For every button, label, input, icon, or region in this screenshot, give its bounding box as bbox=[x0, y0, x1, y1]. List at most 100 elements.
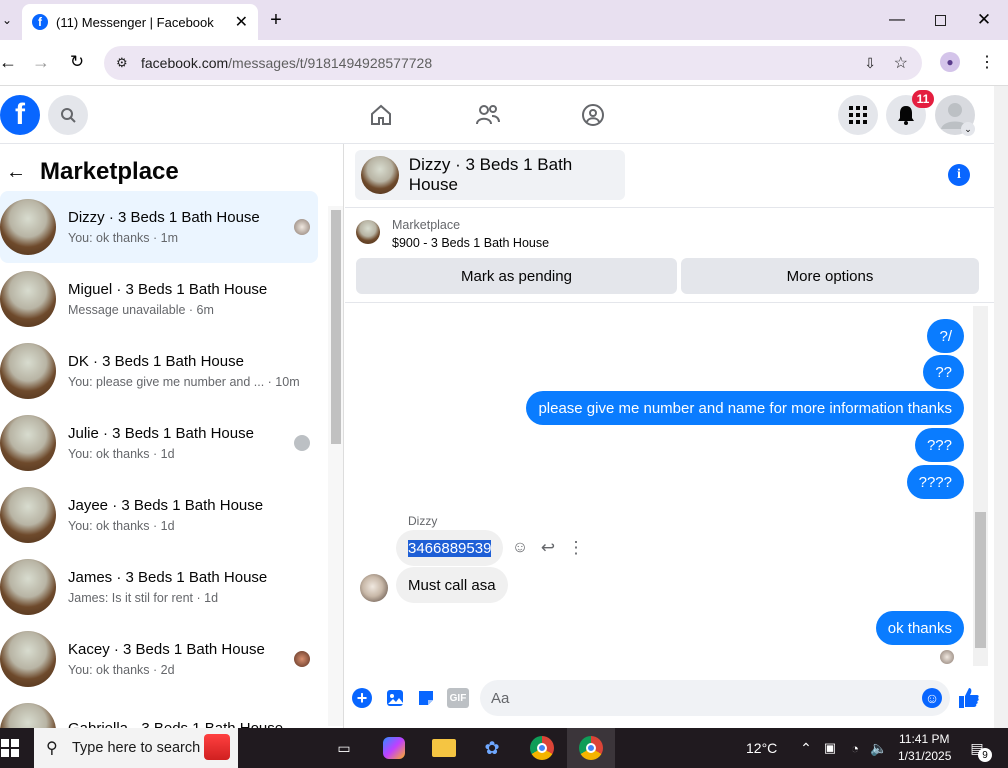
conversation-item[interactable]: Jayee · 3 Beds 1 Bath House You: ok thank… bbox=[0, 479, 318, 551]
clock-time[interactable]: 11:41 PM bbox=[899, 732, 949, 746]
notification-badge: 11 bbox=[912, 90, 934, 108]
thumbs-up-icon[interactable] bbox=[957, 686, 981, 710]
messages-scroll-thumb[interactable] bbox=[975, 512, 986, 648]
facebook-logo-icon[interactable]: f bbox=[0, 95, 40, 135]
conversation-item[interactable]: Dizzy · 3 Beds 1 Bath House You: ok thank… bbox=[0, 191, 318, 263]
sender-name: Dizzy bbox=[408, 514, 438, 528]
conversation-avatar bbox=[0, 343, 56, 399]
bookmark-star-icon[interactable]: ☆ bbox=[894, 53, 908, 73]
chrome-active-task[interactable] bbox=[567, 728, 615, 768]
back-icon[interactable]: ← bbox=[0, 52, 17, 72]
reply-icon[interactable]: ↩ bbox=[539, 538, 557, 558]
conversation-preview: You: ok thanks · 1d bbox=[68, 519, 175, 533]
tab-list-icon[interactable]: ⌄ bbox=[0, 10, 14, 30]
conversation-avatar bbox=[0, 631, 56, 687]
conversation-name: Kacey · 3 Beds 1 Bath House bbox=[68, 641, 265, 658]
url-field[interactable]: ⚙ facebook.com/messages/t/91814949285777… bbox=[104, 46, 922, 80]
conversation-avatar bbox=[0, 415, 56, 471]
groups-icon[interactable] bbox=[580, 102, 606, 128]
conversation-sidebar: ← Marketplace Dizzy · 3 Beds 1 Bath Hous… bbox=[0, 144, 344, 728]
more-options-button[interactable]: More options bbox=[681, 258, 979, 294]
chat-title: Dizzy · 3 Beds 1 Bath House bbox=[408, 155, 573, 194]
conversation-name: Jayee · 3 Beds 1 Bath House bbox=[68, 497, 264, 514]
sent-message[interactable]: ok thanks bbox=[875, 611, 964, 645]
app-icon[interactable]: ✿ bbox=[480, 737, 504, 759]
url-path: /messages/t/9181494928577728 bbox=[228, 55, 433, 71]
photo-icon[interactable] bbox=[385, 688, 405, 708]
taskbar-search-box[interactable]: ⚲ Type here to search bbox=[34, 728, 238, 768]
conversation-item[interactable]: DK · 3 Beds 1 Bath House You: please give… bbox=[0, 335, 318, 407]
account-chevron-icon[interactable]: ⌄ bbox=[961, 122, 975, 136]
listing-title[interactable]: $900 - 3 Beds 1 Bath House bbox=[392, 236, 549, 250]
emoji-icon[interactable]: ☺ bbox=[922, 688, 942, 708]
sidebar-scroll-thumb[interactable] bbox=[331, 210, 341, 444]
sent-message[interactable]: ???? bbox=[906, 465, 964, 499]
listing-label: Marketplace bbox=[392, 218, 461, 232]
sent-message[interactable]: ??? bbox=[914, 428, 964, 462]
conversation-name: DK · 3 Beds 1 Bath House bbox=[68, 353, 244, 370]
chrome-menu-icon[interactable]: ⋮ bbox=[979, 52, 995, 72]
mark-as-pending-button[interactable]: Mark as pending bbox=[356, 258, 677, 294]
tray-chevron-icon[interactable]: ⌃ bbox=[798, 738, 814, 758]
message-more-icon[interactable]: ⋮ bbox=[567, 538, 585, 558]
react-emoji-icon[interactable]: ☺ bbox=[511, 538, 529, 558]
new-tab-icon[interactable]: + bbox=[266, 8, 286, 32]
home-icon[interactable] bbox=[368, 102, 394, 128]
info-icon[interactable]: i bbox=[948, 164, 970, 186]
conversation-avatar bbox=[0, 703, 56, 728]
url-host: facebook.com bbox=[141, 55, 229, 71]
received-message[interactable]: Must call asa bbox=[396, 567, 508, 603]
friends-icon[interactable] bbox=[474, 102, 502, 128]
seen-avatar bbox=[940, 650, 954, 664]
add-plus-icon[interactable]: + bbox=[352, 688, 372, 708]
browser-tab[interactable]: f (11) Messenger | Facebook ✕ bbox=[22, 4, 258, 40]
windows-start-icon[interactable] bbox=[0, 738, 20, 758]
clock-date[interactable]: 1/31/2025 bbox=[898, 749, 951, 763]
chat-header[interactable]: Dizzy · 3 Beds 1 Bath House bbox=[355, 150, 625, 200]
listing-thumbnail[interactable] bbox=[356, 220, 380, 244]
sent-message[interactable]: ?/ bbox=[927, 319, 964, 353]
conversation-item[interactable]: James · 3 Beds 1 Bath House James: Is it … bbox=[0, 551, 318, 623]
wifi-icon[interactable]: ◔ bbox=[846, 738, 864, 758]
sent-message[interactable]: ?? bbox=[923, 355, 964, 389]
gif-icon[interactable]: GIF bbox=[447, 688, 469, 708]
chat-panel: Dizzy · 3 Beds 1 Bath House i Marketplac… bbox=[345, 144, 994, 728]
install-app-icon[interactable]: ⇩ bbox=[864, 55, 876, 72]
search-icon[interactable] bbox=[48, 95, 88, 135]
sidebar-scrollbar[interactable] bbox=[328, 206, 343, 726]
conversation-preview: Message unavailable · 6m bbox=[68, 303, 214, 317]
menu-grid-icon[interactable] bbox=[838, 95, 878, 135]
chrome-icon[interactable] bbox=[530, 736, 554, 760]
close-window-icon[interactable]: ✕ bbox=[972, 8, 996, 32]
taskbar-search-icon: ⚲ bbox=[46, 740, 58, 757]
back-arrow-icon[interactable]: ← bbox=[6, 160, 26, 184]
close-tab-icon[interactable]: ✕ bbox=[235, 12, 248, 32]
selected-phone-number[interactable]: 3466889539 bbox=[408, 539, 492, 557]
conversation-item[interactable]: Miguel · 3 Beds 1 Bath House Message unav… bbox=[0, 263, 318, 335]
restore-icon[interactable] bbox=[928, 8, 952, 32]
copilot-icon[interactable] bbox=[383, 737, 405, 759]
conversation-item[interactable]: Gabriella · 3 Beds 1 Bath House bbox=[0, 695, 318, 728]
temperature[interactable]: 12°C bbox=[746, 740, 777, 756]
message-input[interactable]: Aa ☺ bbox=[480, 680, 950, 716]
sticker-icon[interactable] bbox=[416, 688, 436, 708]
conversation-item[interactable]: Kacey · 3 Beds 1 Bath House You: ok thank… bbox=[0, 623, 318, 695]
sent-message[interactable]: please give me number and name for more … bbox=[526, 391, 964, 425]
file-explorer-icon[interactable] bbox=[432, 739, 456, 757]
task-view-icon[interactable]: ▭ bbox=[334, 738, 354, 758]
minimize-icon[interactable]: — bbox=[885, 8, 909, 32]
profile-icon[interactable]: ● bbox=[940, 52, 960, 72]
messages-scrollbar[interactable] bbox=[973, 306, 988, 666]
conversation-name: Gabriella · 3 Beds 1 Bath House bbox=[68, 720, 293, 728]
page-scrollbar[interactable] bbox=[994, 86, 1008, 728]
received-message[interactable]: 3466889539 bbox=[396, 530, 504, 566]
conversation-avatar bbox=[0, 559, 56, 615]
reload-icon[interactable]: ↻ bbox=[66, 52, 88, 72]
volume-icon[interactable]: 🔈 bbox=[870, 738, 888, 758]
forward-icon[interactable]: → bbox=[30, 52, 52, 72]
site-info-icon[interactable]: ⚙ bbox=[116, 55, 128, 71]
conversation-avatar bbox=[0, 487, 56, 543]
conversation-name: Julie · 3 Beds 1 Bath House bbox=[68, 425, 254, 442]
conversation-item[interactable]: Julie · 3 Beds 1 Bath House You: ok thank… bbox=[0, 407, 318, 479]
meet-icon[interactable]: ▣ bbox=[822, 738, 838, 758]
